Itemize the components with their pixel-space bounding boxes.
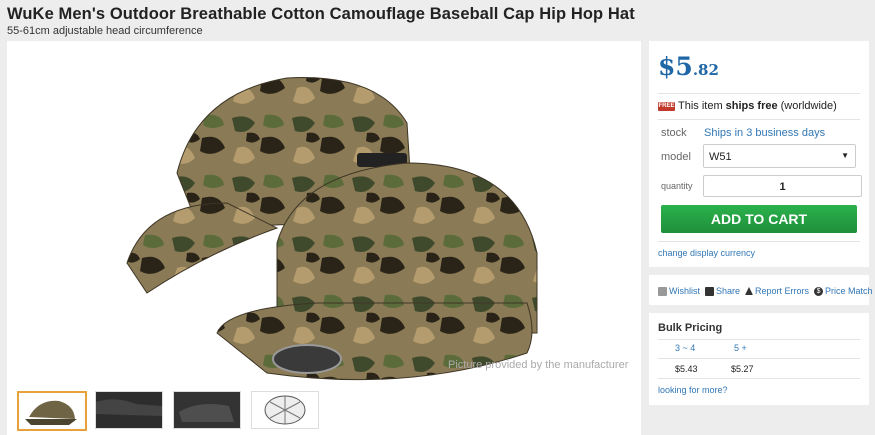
product-title: WuKe Men's Outdoor Breathable Cotton Cam… (7, 5, 635, 23)
report-errors-label: Report Errors (755, 286, 810, 296)
actions-panel: Wishlist Share Report Errors $ Price Matc… (649, 275, 873, 305)
free-shipping-icon: FREE (658, 101, 675, 111)
price-match-label: Price Match (825, 286, 873, 296)
report-errors-link[interactable]: Report Errors (745, 286, 809, 296)
thumbnail-2[interactable] (95, 391, 163, 429)
stock-label: stock (661, 127, 687, 139)
bulk-pricing-panel: Bulk Pricing 3 ~ 4 5 + $5.43 $5.27 looki… (649, 313, 869, 405)
shipping-info: FREE This item ships free (worldwide) (658, 100, 837, 112)
share-label: Share (716, 286, 741, 296)
shipping-suffix: (worldwide) (780, 100, 837, 112)
divider (658, 339, 860, 340)
shipping-bold: ships free (725, 100, 778, 112)
bulk-price-1: $5.43 (675, 364, 698, 374)
price-cents: .82 (692, 61, 719, 79)
thumbnail-3[interactable] (173, 391, 241, 429)
model-select[interactable]: W51 ▼ (703, 144, 856, 168)
share-link[interactable]: Share (705, 286, 740, 296)
bulk-pricing-title: Bulk Pricing (658, 322, 723, 334)
thumbnail-4[interactable] (251, 391, 319, 429)
price-currency: $ (658, 52, 676, 81)
thumbnail-1[interactable] (17, 391, 87, 431)
divider (658, 378, 860, 379)
divider (658, 241, 860, 242)
wishlist-link[interactable]: Wishlist (658, 286, 700, 296)
divider (658, 358, 860, 359)
dropdown-arrow-icon: ▼ (841, 151, 849, 160)
divider (658, 119, 860, 120)
price-whole: 5 (675, 52, 693, 81)
change-currency-link[interactable]: change display currency (658, 248, 755, 258)
price-match-link[interactable]: $ Price Match (814, 286, 873, 296)
bulk-header-1: 3 ~ 4 (675, 343, 696, 353)
product-subtitle: 55-61cm adjustable head circumference (7, 25, 203, 37)
purchase-panel: $5.82 FREE This item ships free (worldwi… (649, 41, 869, 267)
bulk-header-2: 5 + (734, 343, 747, 353)
quantity-input[interactable]: 1 (703, 175, 862, 197)
looking-for-more-link[interactable]: looking for more? (658, 385, 728, 395)
price-match-icon: $ (814, 286, 824, 296)
wishlist-icon (658, 286, 667, 296)
product-main-image[interactable] (107, 53, 567, 393)
quantity-label: quantity (661, 181, 693, 191)
divider (658, 93, 860, 94)
price: $5.82 (658, 52, 719, 81)
bulk-price-2: $5.27 (731, 364, 754, 374)
model-label: model (661, 151, 691, 163)
model-selected: W51 (709, 151, 732, 163)
share-icon (705, 286, 714, 296)
stock-value: Ships in 3 business days (704, 127, 826, 139)
wishlist-label: Wishlist (669, 286, 700, 296)
image-panel: Picture provided by the manufacturer (7, 41, 641, 435)
image-caption: Picture provided by the manufacturer (448, 359, 629, 371)
add-to-cart-button[interactable]: ADD TO CART (661, 205, 857, 233)
report-errors-icon (745, 287, 754, 295)
shipping-prefix: This item (678, 100, 723, 112)
